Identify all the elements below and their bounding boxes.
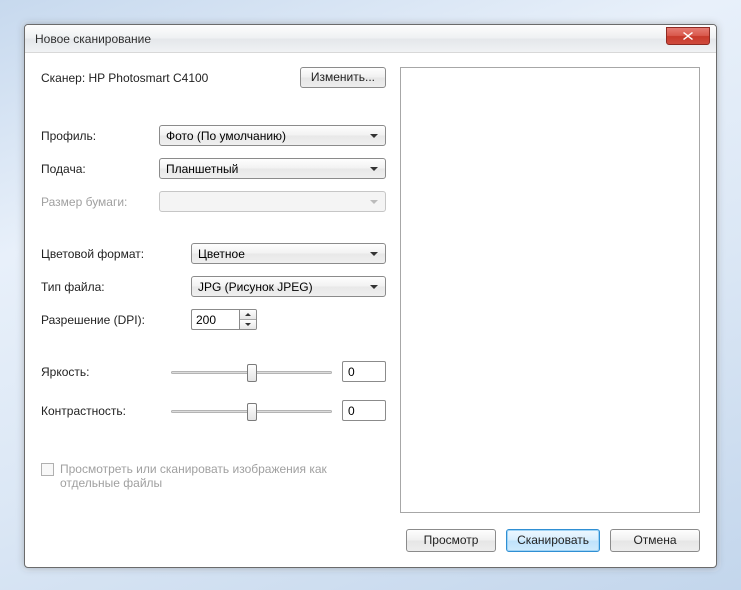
chevron-down-icon	[370, 200, 378, 204]
slider-thumb[interactable]	[247, 403, 257, 421]
separate-files-label: Просмотреть или сканировать изображения …	[60, 462, 386, 490]
scanner-label: Сканер: HP Photosmart C4100	[41, 71, 300, 85]
settings-panel: Сканер: HP Photosmart C4100 Изменить... …	[41, 67, 386, 513]
color-combo[interactable]: Цветное	[191, 243, 386, 264]
paper-row: Размер бумаги:	[41, 191, 386, 212]
resolution-label: Разрешение (DPI):	[41, 313, 191, 327]
filetype-combo[interactable]: JPG (Рисунок JPEG)	[191, 276, 386, 297]
source-row: Подача: Планшетный	[41, 158, 386, 179]
contrast-value[interactable]: 0	[342, 400, 386, 421]
filetype-label: Тип файла:	[41, 280, 191, 294]
close-icon	[683, 32, 693, 40]
contrast-label: Контрастность:	[41, 404, 171, 418]
divider	[41, 110, 386, 111]
contrast-slider[interactable]	[171, 401, 332, 421]
preview-button[interactable]: Просмотр	[406, 529, 496, 552]
spin-down-button[interactable]	[240, 319, 256, 329]
color-value: Цветное	[198, 247, 370, 261]
chevron-down-icon	[370, 167, 378, 171]
chevron-down-icon	[245, 323, 251, 326]
separate-files-row: Просмотреть или сканировать изображения …	[41, 462, 386, 490]
scanner-row: Сканер: HP Photosmart C4100 Изменить...	[41, 67, 386, 88]
source-combo[interactable]: Планшетный	[159, 158, 386, 179]
resolution-input[interactable]	[191, 309, 239, 330]
slider-thumb[interactable]	[247, 364, 257, 382]
filetype-row: Тип файла: JPG (Рисунок JPEG)	[41, 276, 386, 297]
paper-label: Размер бумаги:	[41, 195, 159, 209]
brightness-slider[interactable]	[171, 362, 332, 382]
chevron-up-icon	[245, 313, 251, 316]
window-title: Новое сканирование	[35, 32, 666, 46]
divider	[41, 346, 386, 347]
divider	[41, 228, 386, 229]
titlebar[interactable]: Новое сканирование	[25, 25, 716, 53]
profile-combo[interactable]: Фото (По умолчанию)	[159, 125, 386, 146]
resolution-row: Разрешение (DPI):	[41, 309, 386, 330]
scan-button[interactable]: Сканировать	[506, 529, 600, 552]
chevron-down-icon	[370, 285, 378, 289]
change-scanner-button[interactable]: Изменить...	[300, 67, 386, 88]
close-button[interactable]	[666, 27, 710, 45]
divider	[41, 443, 386, 444]
resolution-spinner[interactable]	[191, 309, 259, 330]
contrast-row: Контрастность: 0	[41, 400, 386, 421]
profile-row: Профиль: Фото (По умолчанию)	[41, 125, 386, 146]
profile-value: Фото (По умолчанию)	[166, 129, 370, 143]
profile-label: Профиль:	[41, 129, 159, 143]
paper-combo	[159, 191, 386, 212]
scan-dialog: Новое сканирование Сканер: HP Photosmart…	[24, 24, 717, 568]
filetype-value: JPG (Рисунок JPEG)	[198, 280, 370, 294]
chevron-down-icon	[370, 134, 378, 138]
dialog-footer: Просмотр Сканировать Отмена	[25, 523, 716, 567]
brightness-row: Яркость: 0	[41, 361, 386, 382]
cancel-button[interactable]: Отмена	[610, 529, 700, 552]
spinner-buttons	[239, 309, 257, 330]
content-area: Сканер: HP Photosmart C4100 Изменить... …	[25, 53, 716, 523]
preview-pane[interactable]	[400, 67, 700, 513]
separate-files-checkbox[interactable]	[41, 463, 54, 476]
brightness-label: Яркость:	[41, 365, 171, 379]
color-row: Цветовой формат: Цветное	[41, 243, 386, 264]
brightness-value[interactable]: 0	[342, 361, 386, 382]
color-label: Цветовой формат:	[41, 247, 191, 261]
spin-up-button[interactable]	[240, 310, 256, 319]
source-value: Планшетный	[166, 162, 370, 176]
source-label: Подача:	[41, 162, 159, 176]
chevron-down-icon	[370, 252, 378, 256]
